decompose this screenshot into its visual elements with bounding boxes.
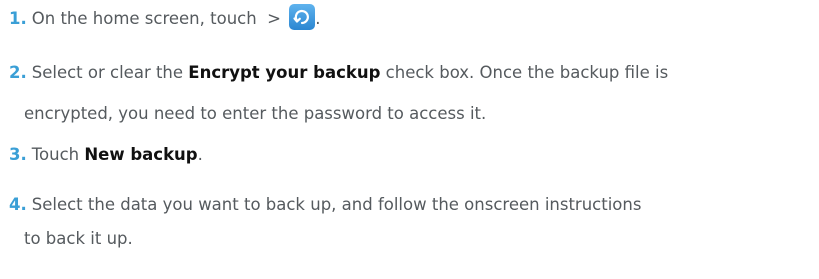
step-2-continuation: encrypted, you need to enter the passwor… bbox=[24, 104, 487, 123]
step-2-text: Select or clear the bbox=[31, 63, 189, 82]
step-4-continuation: to back it up. bbox=[24, 229, 133, 248]
step-3-text: Touch bbox=[31, 145, 85, 164]
step-1-number: 1. bbox=[9, 9, 27, 28]
step-3-number: 3. bbox=[9, 145, 27, 164]
step-3: 3. Touch New backup. bbox=[9, 139, 815, 171]
step-1-text-end: . bbox=[315, 9, 321, 28]
backup-app-icon bbox=[289, 3, 316, 30]
step-2-text-end: check box. Once the backup file is bbox=[380, 63, 669, 82]
step-1-text: On the home screen, touch > bbox=[31, 9, 287, 28]
step-4: 4. Select the data you want to back up, a… bbox=[9, 189, 815, 255]
step-1: 1. On the home screen, touch > . bbox=[9, 3, 815, 35]
new-backup-label: New backup bbox=[84, 145, 198, 164]
step-2: 2. Select or clear the Encrypt your backu… bbox=[9, 57, 815, 130]
step-4-text: Select the data you want to back up, and… bbox=[31, 195, 642, 214]
encrypt-your-backup-label: Encrypt your backup bbox=[188, 63, 381, 82]
step-2-number: 2. bbox=[9, 63, 27, 82]
step-3-text-end: . bbox=[197, 145, 203, 164]
step-4-number: 4. bbox=[9, 195, 27, 214]
